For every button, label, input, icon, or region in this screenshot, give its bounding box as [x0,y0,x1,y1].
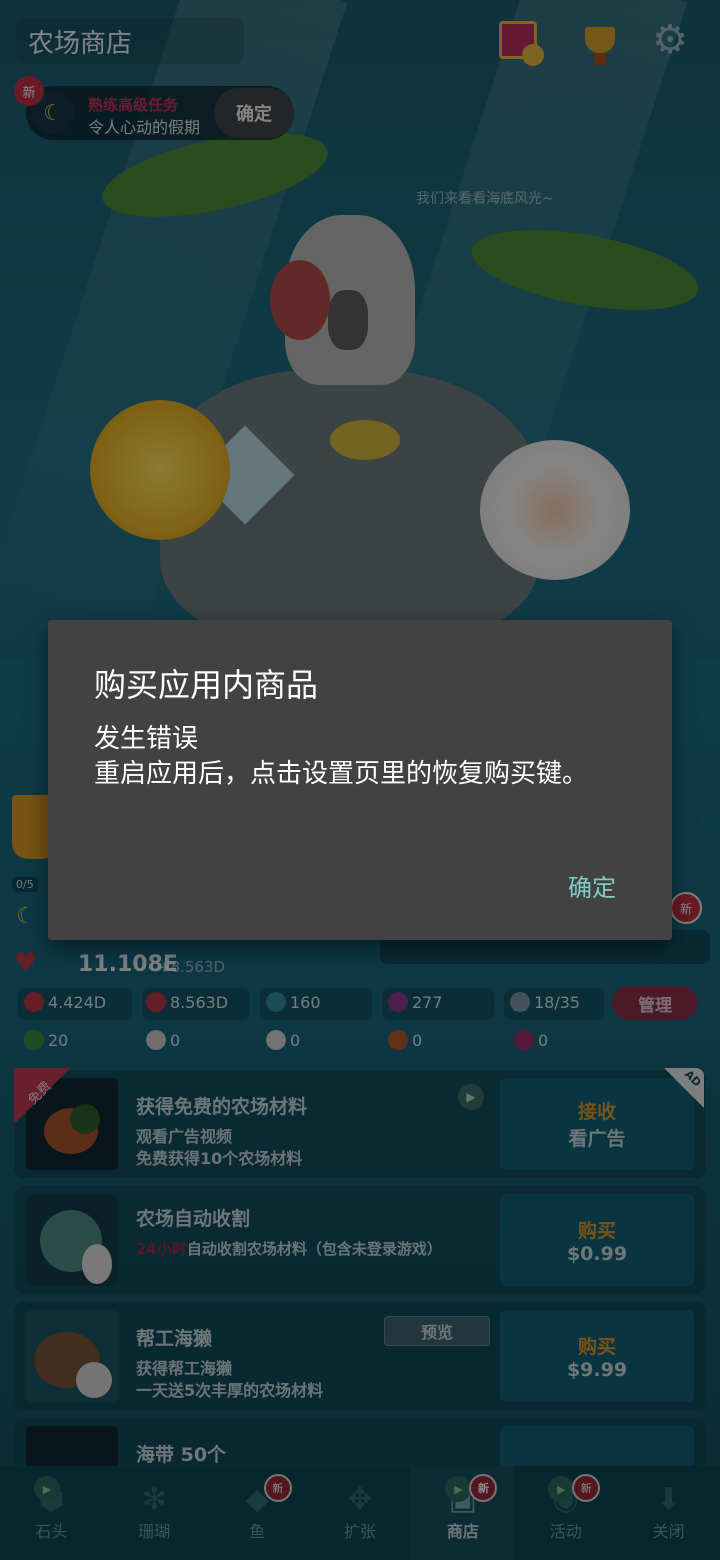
dialog-message: 发生错误 重启应用后，点击设置页里的恢复购买键。 [94,724,589,789]
dialog-title: 购买应用内商品 [94,666,319,704]
dialog-confirm-button[interactable]: 确定 [568,868,616,903]
purchase-error-dialog: 购买应用内商品 发生错误 重启应用后，点击设置页里的恢复购买键。 确定 [48,620,672,940]
